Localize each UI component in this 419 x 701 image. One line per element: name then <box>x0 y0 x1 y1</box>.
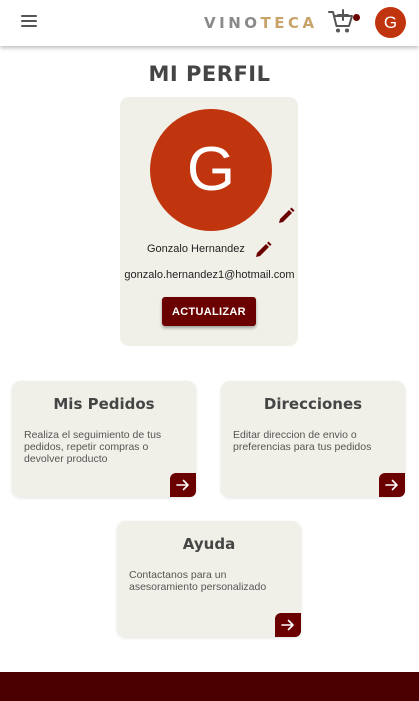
profile-email: gonzalo.hernandez1@hotmail.com <box>124 269 295 281</box>
update-button[interactable]: ACTUALIZAR <box>162 297 256 326</box>
add-cart-icon[interactable] <box>327 9 355 35</box>
page-title: MI PERFIL <box>148 62 271 86</box>
card-title: Mis Pedidos <box>53 395 155 413</box>
card-description: Contactanos para un asesoramiento person… <box>129 569 267 593</box>
card-description: Realiza el seguimiento de tus pedidos, r… <box>24 429 162 465</box>
brand-logo[interactable]: VINOTECA <box>204 14 318 32</box>
card-description: Editar direccion de envio o preferencias… <box>233 429 372 453</box>
arrow-right-icon[interactable] <box>379 473 405 497</box>
profile-name: Gonzalo Hernandez <box>147 243 245 255</box>
brand-text-teca: TECA <box>260 14 318 32</box>
card-title: Ayuda <box>182 535 236 553</box>
brand-text-vino: VINO <box>204 14 261 32</box>
help-card[interactable]: Ayuda Contactanos para un asesoramiento … <box>117 521 301 637</box>
card-title: Direcciones <box>263 395 363 413</box>
arrow-right-icon[interactable] <box>275 613 301 637</box>
notification-dot <box>353 14 360 21</box>
app-bar: VINOTECA G <box>0 0 419 46</box>
footer-bar <box>0 672 419 701</box>
edit-avatar-pencil-icon[interactable] <box>277 207 295 225</box>
arrow-right-icon[interactable] <box>170 473 196 497</box>
orders-card[interactable]: Mis Pedidos Realiza el seguimiento de tu… <box>12 381 196 497</box>
menu-icon[interactable] <box>21 15 37 29</box>
addresses-card[interactable]: Direcciones Editar direccion de envio o … <box>221 381 405 497</box>
edit-name-pencil-icon[interactable] <box>254 241 272 259</box>
profile-avatar: G <box>150 109 272 231</box>
user-avatar[interactable]: G <box>375 7 406 38</box>
